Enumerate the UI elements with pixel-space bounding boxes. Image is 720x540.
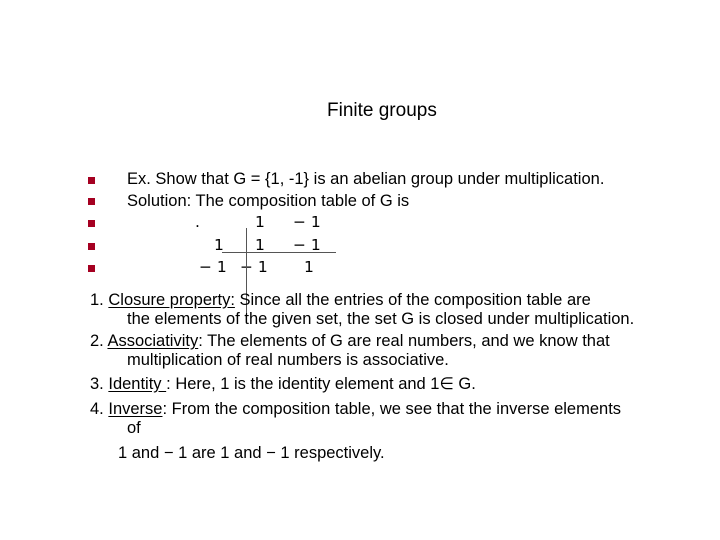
property-identity: 3. Identity : Here, 1 is the identity el… — [90, 374, 476, 394]
bullet-marker — [88, 220, 95, 227]
property-name: Inverse — [108, 400, 163, 418]
property-inverse-result: 1 and − 1 are 1 and − 1 respectively. — [118, 444, 385, 462]
property-number: 1. — [90, 291, 104, 309]
table-header-cell: 1 — [255, 213, 265, 231]
property-inverse: 4. Inverse: From the composition table, … — [90, 399, 621, 419]
bullet-marker — [88, 198, 95, 205]
solution-intro: Solution: The composition table of G is — [127, 192, 410, 210]
property-name: Associativity — [107, 332, 199, 350]
property-name: Closure property: — [108, 291, 235, 309]
table-operator: . — [195, 213, 200, 231]
bullet-marker — [88, 243, 95, 250]
slide-title: Finite groups — [327, 100, 437, 121]
bullet-marker — [88, 265, 95, 272]
property-number: 4. — [90, 400, 104, 418]
property-associativity-cont: multiplication of real numbers is associ… — [127, 351, 449, 369]
property-inverse-cont: of — [127, 419, 141, 437]
table-header-cell: − 1 — [293, 213, 321, 231]
property-number: 3. — [90, 375, 104, 393]
property-closure: 1. Closure property: Since all the entri… — [90, 290, 591, 310]
property-text: : From the composition table, we see tha… — [162, 400, 622, 418]
table-cell: 1 — [304, 258, 314, 276]
property-text: : The elements of G are real numbers, an… — [198, 332, 610, 350]
property-associativity: 2. Associativity: The elements of G are … — [90, 331, 610, 351]
property-name: Identity — [108, 375, 167, 393]
table-row-label: − 1 — [199, 258, 227, 276]
property-closure-cont: the elements of the given set, the set G… — [127, 310, 635, 328]
bullet-marker — [88, 177, 95, 184]
property-text: : Here, 1 is the identity element and 1∈… — [166, 375, 476, 393]
table-horizontal-divider — [222, 252, 336, 253]
exercise-statement: Ex. Show that G = {1, -1} is an abelian … — [127, 170, 605, 188]
property-number: 2. — [90, 332, 104, 350]
property-text: Since all the entries of the composition… — [234, 291, 591, 309]
table-cell: − 1 — [240, 258, 268, 276]
